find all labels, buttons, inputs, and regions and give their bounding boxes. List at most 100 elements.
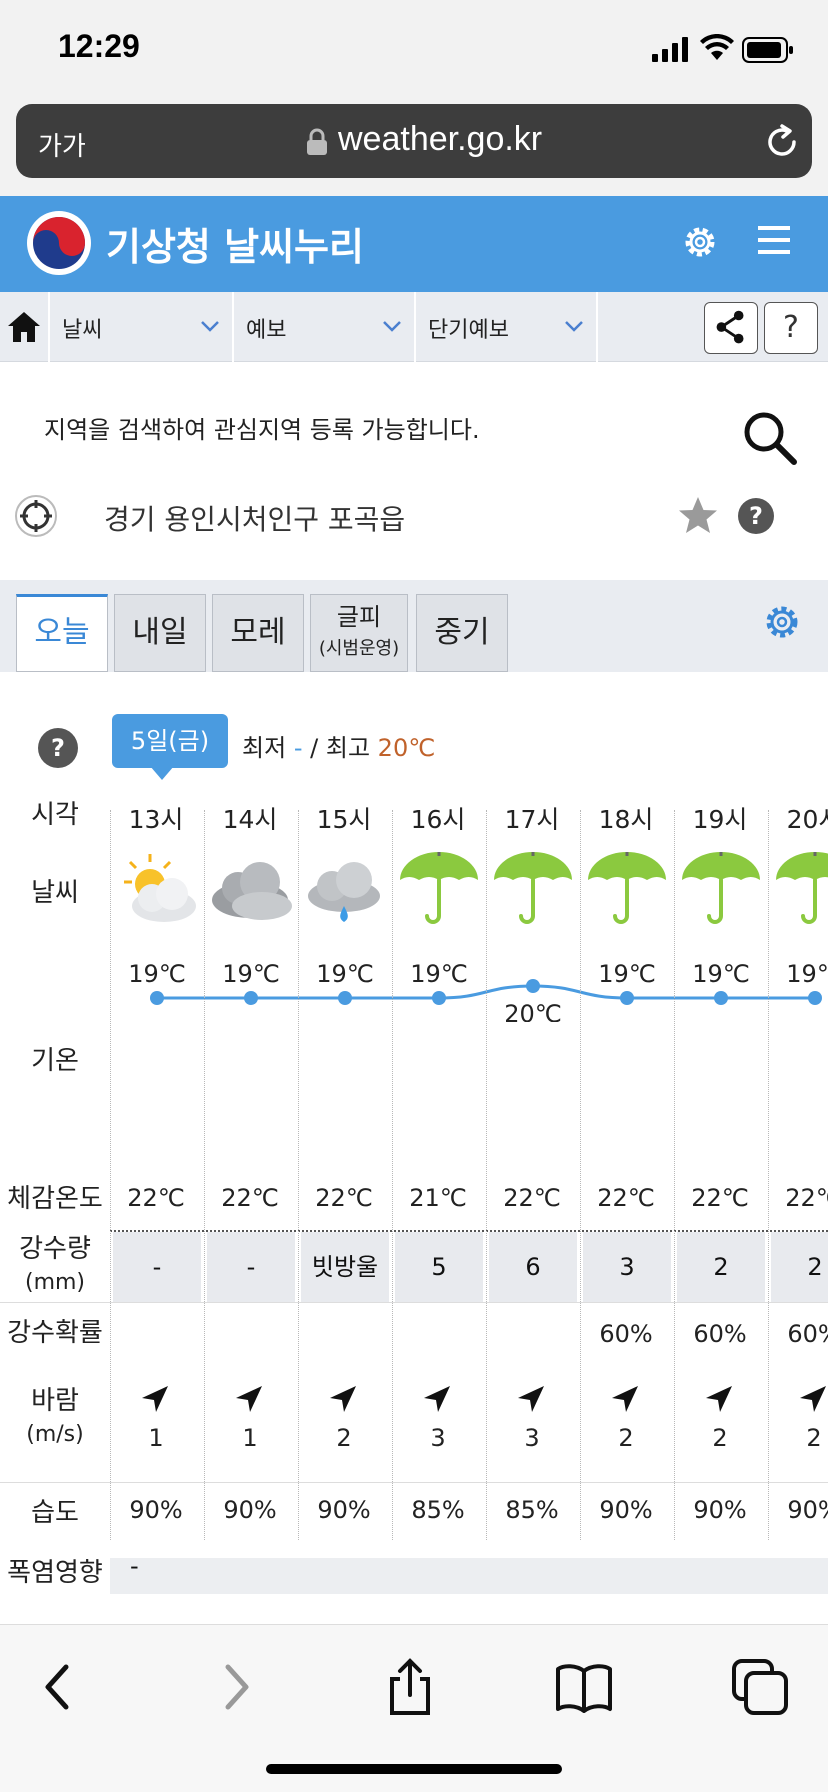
- wind-speed-value: 3: [430, 1424, 446, 1452]
- rain-probability-value: 60%: [787, 1320, 828, 1348]
- heat-impact-row: [110, 1558, 828, 1594]
- row-label-rain-unit: (mm): [24, 1270, 86, 1295]
- battery-icon: [742, 37, 793, 63]
- row-label-rain: 강수량: [19, 1234, 91, 1264]
- row-label-wind-unit: (m/s): [26, 1422, 84, 1447]
- row-label-humidity: 습도: [31, 1498, 79, 1528]
- temperature-label: 19℃: [692, 960, 750, 988]
- site-title[interactable]: 기상청 날씨누리: [106, 216, 364, 271]
- menu-select-label: 날씨: [62, 318, 103, 343]
- wind-direction-icon: [328, 1384, 358, 1414]
- hamburger-menu-icon[interactable]: [756, 222, 792, 258]
- menu-select-weather[interactable]: 날씨: [48, 292, 232, 362]
- feels-like-value: 22℃: [691, 1184, 749, 1212]
- menu-select-label: 예보: [246, 318, 287, 343]
- tab-tomorrow[interactable]: 내일: [114, 594, 206, 672]
- temperature-point: [714, 991, 728, 1005]
- home-icon[interactable]: [6, 310, 42, 344]
- reader-text-size-button[interactable]: 가가: [38, 126, 86, 163]
- menu-select-forecast[interactable]: 예보: [232, 292, 414, 362]
- bookmarks-icon[interactable]: [554, 1657, 614, 1717]
- row-label-rain-prob: 강수확률: [7, 1318, 103, 1348]
- temperature-point: [526, 979, 540, 993]
- cellular-signal-icon: [652, 37, 688, 62]
- cloudy-icon: [206, 850, 296, 930]
- umbrella-icon: [676, 850, 766, 930]
- temperature-point: [150, 991, 164, 1005]
- wind-direction-icon: [234, 1384, 264, 1414]
- forward-icon[interactable]: [206, 1657, 266, 1717]
- temperature-label: 19℃: [316, 960, 374, 988]
- max-value: 20℃: [377, 734, 436, 762]
- row-label-heat: 폭염영향: [7, 1558, 103, 1588]
- lock-icon: [307, 128, 327, 155]
- menu-select-short-term[interactable]: 단기예보: [414, 292, 598, 362]
- temperature-label: 19℃: [786, 960, 828, 988]
- temperature-label: 19℃: [598, 960, 656, 988]
- chevron-down-icon: [201, 321, 219, 332]
- kma-emblem-icon[interactable]: [26, 210, 92, 276]
- rain-probability-value: 60%: [693, 1320, 747, 1348]
- location-name[interactable]: 경기 용인시처인구 포곡읍: [104, 498, 405, 538]
- feels-like-value: 22℃: [785, 1184, 828, 1212]
- min-label: 최저: [242, 734, 287, 762]
- rain-probability-value: 60%: [599, 1320, 653, 1348]
- help-button[interactable]: ?: [764, 302, 818, 354]
- humidity-value: 90%: [599, 1496, 653, 1524]
- row-divider: [0, 1482, 828, 1483]
- home-indicator: [266, 1764, 562, 1774]
- wind-speed-value: 2: [336, 1424, 352, 1452]
- rain-amount-value: 3: [583, 1232, 671, 1302]
- humidity-value: 90%: [693, 1496, 747, 1524]
- wind-direction-icon: [610, 1384, 640, 1414]
- url-text[interactable]: weather.go.kr: [338, 120, 542, 159]
- hour-label: 18시: [598, 805, 654, 834]
- rain-amount-value: -: [113, 1232, 201, 1302]
- tab-third-day[interactable]: 글피 (시범운영): [310, 594, 408, 672]
- hour-label: 16시: [410, 805, 466, 834]
- wind-speed-value: 3: [524, 1424, 540, 1452]
- favorite-star-icon[interactable]: [676, 494, 720, 538]
- forecast-help-button[interactable]: ?: [38, 728, 78, 768]
- row-label-time: 시각: [31, 800, 79, 830]
- rain-amount-value: -: [207, 1232, 295, 1302]
- share-sheet-icon[interactable]: [380, 1657, 440, 1717]
- tab-label: 내일: [132, 615, 188, 650]
- feels-like-value: 21℃: [409, 1184, 467, 1212]
- address-bar[interactable]: 가가 weather.go.kr: [16, 104, 812, 178]
- day-tabs: 오늘 내일 모레 글피 (시범운영) 중기: [0, 580, 828, 672]
- partly-cloudy-icon: [112, 850, 202, 930]
- rain-amount-value: 2: [677, 1232, 765, 1302]
- search-icon[interactable]: [742, 410, 798, 466]
- row-label-weather: 날씨: [31, 878, 79, 908]
- current-location-icon[interactable]: [14, 494, 58, 538]
- share-button[interactable]: [704, 302, 758, 354]
- search-hint[interactable]: 지역을 검색하여 관심지역 등록 가능합니다.: [44, 410, 480, 445]
- tab-label: 중기: [434, 615, 490, 650]
- back-icon[interactable]: [28, 1657, 88, 1717]
- hour-label: 20시: [786, 805, 828, 834]
- tab-sublabel: (시범운영): [318, 638, 400, 659]
- navigation-bar: 날씨 예보 단기예보 ?: [0, 292, 828, 362]
- row-label-feels: 체감온도: [7, 1184, 103, 1214]
- share-icon: [716, 310, 744, 344]
- humidity-value: 85%: [505, 1496, 559, 1524]
- hour-label: 15시: [316, 805, 372, 834]
- max-label: 최고: [325, 734, 371, 762]
- location-help-button[interactable]: ?: [738, 498, 774, 534]
- chevron-down-icon: [565, 321, 583, 332]
- wind-speed-value: 1: [148, 1424, 164, 1452]
- humidity-value: 90%: [317, 1496, 371, 1524]
- tab-today[interactable]: 오늘: [16, 594, 108, 672]
- tabs-icon[interactable]: [730, 1657, 790, 1717]
- feels-like-value: 22℃: [597, 1184, 655, 1212]
- tab-mid-term[interactable]: 중기: [416, 594, 508, 672]
- reload-icon[interactable]: [764, 124, 800, 160]
- feels-like-value: 22℃: [503, 1184, 561, 1212]
- forecast-settings-gear-icon[interactable]: [762, 602, 802, 642]
- humidity-value: 90%: [223, 1496, 277, 1524]
- feels-like-value: 22℃: [127, 1184, 185, 1212]
- tab-day-after[interactable]: 모레: [212, 594, 304, 672]
- settings-gear-icon[interactable]: [680, 222, 720, 262]
- temperature-label: 19℃: [410, 960, 468, 988]
